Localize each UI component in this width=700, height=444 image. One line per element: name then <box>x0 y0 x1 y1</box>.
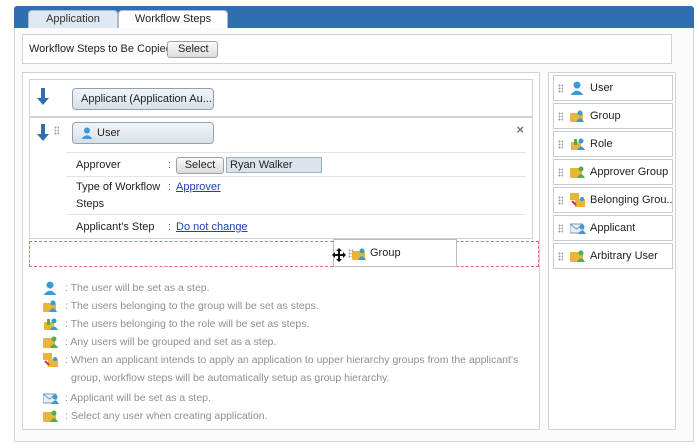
palette-item-role[interactable]: Role <box>553 131 673 157</box>
drag-handle-icon <box>558 252 563 261</box>
belonging-group-icon <box>43 353 59 370</box>
step-type-palette: User Group Role Approver Group Belonging… <box>548 72 676 430</box>
arbitrary-user-icon <box>570 249 586 262</box>
workflow-type-label: Type of Workflow <box>76 181 161 193</box>
workflow-steps-panel: Applicant (Application Au... User × Appr… <box>22 72 540 430</box>
down-arrow-icon <box>37 124 49 145</box>
user-icon <box>43 281 57 298</box>
workflow-type-row: Type of Workflow Steps : Approver <box>66 176 526 214</box>
user-icon <box>570 81 584 95</box>
group-icon <box>43 299 59 315</box>
legend-applicant: : Applicant will be set as a step. <box>42 391 523 407</box>
dragged-group-label: Group <box>370 247 401 259</box>
legend-group: : The users belonging to the group will … <box>43 299 523 315</box>
applicant-icon <box>42 391 59 407</box>
workflow-step-user: User × Approver : Select Ryan Walker Typ… <box>29 117 533 239</box>
palette-item-arbitrary-user[interactable]: Arbitrary User <box>553 243 673 269</box>
legend-approver-group: : Any users will be grouped and set as a… <box>43 335 523 351</box>
arbitrary-user-icon <box>43 409 59 425</box>
role-icon <box>570 137 586 150</box>
step-user-pill[interactable]: User <box>72 122 214 144</box>
group-icon <box>570 109 586 122</box>
step-user-label: User <box>97 127 121 139</box>
workflow-type-label-2: Steps <box>76 198 105 210</box>
approver-label: Approver <box>76 159 121 171</box>
workflow-type-link[interactable]: Approver <box>176 181 221 193</box>
applicant-step-label: Applicant's Step <box>76 221 155 233</box>
copy-steps-select-button[interactable]: Select <box>167 41 218 58</box>
copy-steps-label: Workflow Steps to Be Copied : <box>29 43 178 55</box>
tab-bar: Application Workflow Steps <box>14 6 694 29</box>
dragged-group-item[interactable]: Group <box>332 239 457 267</box>
belonging-group-icon <box>570 193 586 207</box>
palette-item-approver-group[interactable]: Approver Group <box>553 159 673 185</box>
drag-handle-icon <box>558 112 563 121</box>
step-applicant-pill[interactable]: Applicant (Application Au... <box>72 88 214 110</box>
move-cursor-icon <box>332 248 346 265</box>
approver-row: Approver : Select Ryan Walker <box>66 152 526 176</box>
legend-arbitrary-user: : Select any user when creating applicat… <box>43 409 523 425</box>
role-icon <box>43 317 59 333</box>
tab-application[interactable]: Application <box>28 10 118 29</box>
approver-select-button[interactable]: Select <box>176 157 224 174</box>
tab-workflow-steps[interactable]: Workflow Steps <box>118 10 228 29</box>
palette-item-group[interactable]: Group <box>553 103 673 129</box>
drag-handle-icon <box>558 84 563 93</box>
applicant-step-link[interactable]: Do not change <box>176 221 248 233</box>
drop-zone[interactable] <box>29 241 539 267</box>
applicant-icon <box>570 221 586 234</box>
legend-user: : The user will be set as a step. <box>43 281 523 297</box>
palette-item-user[interactable]: User <box>553 75 673 101</box>
applicant-step-row: Applicant's Step : Do not change <box>66 214 526 238</box>
close-icon[interactable]: × <box>516 122 524 137</box>
approver-group-icon <box>570 165 586 178</box>
approver-name-field: Ryan Walker <box>226 157 322 173</box>
user-icon <box>81 127 93 139</box>
workflow-step-applicant: Applicant (Application Au... <box>29 79 533 117</box>
legend-belonging-group: : When an applicant intends to apply an … <box>43 353 523 387</box>
down-arrow-icon <box>37 88 49 109</box>
legend-role: : The users belonging to the role will b… <box>43 317 523 333</box>
drag-handle-icon <box>558 196 563 205</box>
palette-item-belonging-group[interactable]: Belonging Grou... <box>553 187 673 213</box>
approver-group-icon <box>43 335 59 351</box>
drag-handle-icon[interactable] <box>54 126 59 135</box>
palette-item-applicant[interactable]: Applicant <box>553 215 673 241</box>
drag-handle-icon <box>558 224 563 233</box>
drag-handle-icon <box>558 140 563 149</box>
drag-handle-icon <box>558 168 563 177</box>
group-icon <box>352 247 368 260</box>
copy-steps-bar: Workflow Steps to Be Copied : Select <box>22 34 672 64</box>
